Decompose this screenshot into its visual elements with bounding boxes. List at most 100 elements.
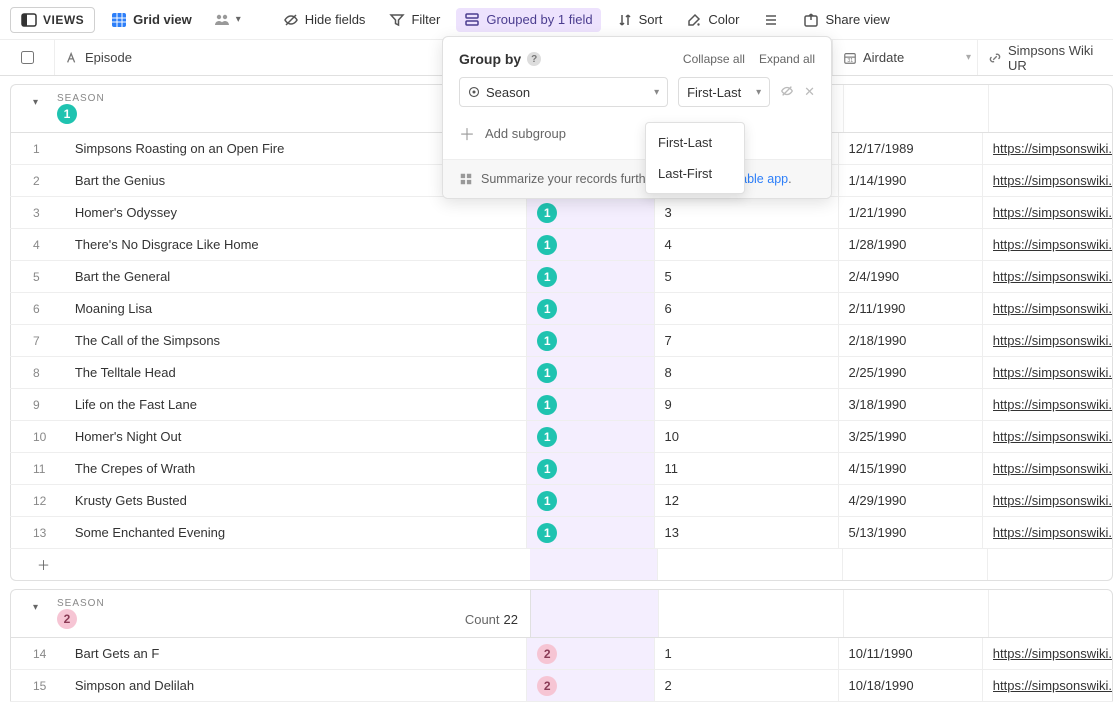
cell-airdate[interactable]: 1/14/1990 — [839, 165, 983, 196]
column-header-airdate[interactable]: 31 Airdate ▾ — [833, 40, 978, 75]
table-row[interactable]: 6 Moaning Lisa 1 6 2/11/1990 https://sim… — [10, 293, 1113, 325]
cell-airdate[interactable]: 2/25/1990 — [839, 357, 983, 388]
cell-episode-in-season[interactable]: 5 — [655, 261, 839, 292]
cell-episode[interactable]: Bart Gets an F — [65, 638, 527, 669]
cell-wiki[interactable]: https://simpsonswiki. — [983, 421, 1113, 452]
wiki-link[interactable]: https://simpsonswiki. — [993, 678, 1112, 693]
table-row[interactable]: 8 The Telltale Head 1 8 2/25/1990 https:… — [10, 357, 1113, 389]
cell-episode[interactable]: The Call of the Simpsons — [65, 325, 527, 356]
cell-episode[interactable]: Simpson and Delilah — [65, 670, 527, 701]
table-row[interactable]: 4 There's No Disgrace Like Home 1 4 1/28… — [10, 229, 1113, 261]
wiki-link[interactable]: https://simpsonswiki. — [993, 205, 1112, 220]
cell-episode-in-season[interactable]: 7 — [655, 325, 839, 356]
wiki-link[interactable]: https://simpsonswiki. — [993, 365, 1112, 380]
cell-episode-in-season[interactable]: 1 — [655, 638, 839, 669]
table-row[interactable]: 13 Some Enchanted Evening 1 13 5/13/1990… — [10, 517, 1113, 549]
order-option-first-last[interactable]: First-Last — [646, 127, 744, 158]
cell-season[interactable]: 2 — [527, 638, 654, 669]
views-button[interactable]: VIEWS — [10, 7, 95, 33]
cell-season[interactable]: 1 — [527, 357, 654, 388]
cell-episode[interactable]: Bart the General — [65, 261, 527, 292]
add-subgroup-button[interactable]: ＋ Add subgroup — [443, 117, 831, 159]
wiki-link[interactable]: https://simpsonswiki. — [993, 525, 1112, 540]
order-option-last-first[interactable]: Last-First — [646, 158, 744, 189]
chevron-down-icon[interactable]: ▾ — [966, 52, 971, 63]
collaborators-button[interactable] — [208, 10, 247, 30]
cell-season[interactable]: 1 — [527, 261, 654, 292]
cell-wiki[interactable]: https://simpsonswiki. — [983, 293, 1113, 324]
table-row[interactable]: 11 The Crepes of Wrath 1 11 4/15/1990 ht… — [10, 453, 1113, 485]
cell-wiki[interactable]: https://simpsonswiki. — [983, 638, 1113, 669]
group-field-select[interactable]: Season ▾ — [459, 77, 668, 107]
table-row[interactable]: 15 Simpson and Delilah 2 2 10/18/1990 ht… — [10, 670, 1113, 702]
cell-airdate[interactable]: 1/28/1990 — [839, 229, 983, 260]
table-row[interactable]: 5 Bart the General 1 5 2/4/1990 https://… — [10, 261, 1113, 293]
group-collapse-toggle[interactable]: ▾ — [33, 602, 38, 613]
table-row[interactable]: 3 Homer's Odyssey 1 3 1/21/1990 https://… — [10, 197, 1113, 229]
cell-wiki[interactable]: https://simpsonswiki. — [983, 453, 1113, 484]
table-row[interactable]: 9 Life on the Fast Lane 1 9 3/18/1990 ht… — [10, 389, 1113, 421]
group-order-select[interactable]: First-Last ▾ — [678, 77, 770, 107]
wiki-link[interactable]: https://simpsonswiki. — [993, 397, 1112, 412]
cell-airdate[interactable]: 3/25/1990 — [839, 421, 983, 452]
filter-button[interactable]: Filter — [381, 8, 448, 32]
cell-season[interactable]: 1 — [527, 229, 654, 260]
wiki-link[interactable]: https://simpsonswiki. — [993, 333, 1112, 348]
cell-airdate[interactable]: 2/4/1990 — [839, 261, 983, 292]
color-button[interactable]: Color — [678, 8, 747, 32]
cell-episode[interactable]: The Telltale Head — [65, 357, 527, 388]
cell-episode[interactable]: Krusty Gets Busted — [65, 485, 527, 516]
add-record-button[interactable]: ＋ — [10, 549, 530, 581]
cell-season[interactable]: 1 — [527, 517, 654, 548]
cell-airdate[interactable]: 2/18/1990 — [839, 325, 983, 356]
column-header-wiki[interactable]: Simpsons Wiki UR — [978, 40, 1113, 75]
wiki-link[interactable]: https://simpsonswiki. — [993, 301, 1112, 316]
wiki-link[interactable]: https://simpsonswiki. — [993, 237, 1112, 252]
cell-episode-in-season[interactable]: 3 — [655, 197, 839, 228]
cell-airdate[interactable]: 5/13/1990 — [839, 517, 983, 548]
cell-wiki[interactable]: https://simpsonswiki. — [983, 197, 1113, 228]
cell-season[interactable]: 2 — [527, 670, 654, 701]
remove-group-icon[interactable]: ✕ — [804, 84, 815, 100]
collapse-all-button[interactable]: Collapse all — [683, 52, 745, 66]
cell-wiki[interactable]: https://simpsonswiki. — [983, 670, 1113, 701]
wiki-link[interactable]: https://simpsonswiki. — [993, 269, 1112, 284]
cell-episode-in-season[interactable]: 4 — [655, 229, 839, 260]
cell-episode[interactable]: Homer's Odyssey — [65, 197, 527, 228]
group-collapse-toggle[interactable]: ▾ — [33, 97, 38, 108]
cell-wiki[interactable]: https://simpsonswiki. — [983, 229, 1113, 260]
sort-button[interactable]: Sort — [609, 8, 671, 32]
cell-episode[interactable]: There's No Disgrace Like Home — [65, 229, 527, 260]
help-icon[interactable]: ? — [527, 52, 541, 66]
cell-episode-in-season[interactable]: 8 — [655, 357, 839, 388]
cell-season[interactable]: 1 — [527, 485, 654, 516]
hide-group-icon[interactable] — [780, 84, 794, 101]
cell-airdate[interactable]: 4/15/1990 — [839, 453, 983, 484]
group-button[interactable]: Grouped by 1 field — [456, 8, 600, 32]
cell-wiki[interactable]: https://simpsonswiki. — [983, 133, 1113, 164]
wiki-link[interactable]: https://simpsonswiki. — [993, 429, 1112, 444]
cell-wiki[interactable]: https://simpsonswiki. — [983, 165, 1113, 196]
cell-wiki[interactable]: https://simpsonswiki. — [983, 325, 1113, 356]
cell-episode[interactable]: Life on the Fast Lane — [65, 389, 527, 420]
cell-episode-in-season[interactable]: 2 — [655, 670, 839, 701]
cell-episode-in-season[interactable]: 9 — [655, 389, 839, 420]
table-row[interactable]: 7 The Call of the Simpsons 1 7 2/18/1990… — [10, 325, 1113, 357]
wiki-link[interactable]: https://simpsonswiki. — [993, 141, 1112, 156]
share-view-button[interactable]: Share view — [795, 8, 897, 32]
wiki-link[interactable]: https://simpsonswiki. — [993, 461, 1112, 476]
cell-episode[interactable]: Homer's Night Out — [65, 421, 527, 452]
table-row[interactable]: 14 Bart Gets an F 2 1 10/11/1990 https:/… — [10, 638, 1113, 670]
select-all-cell[interactable] — [0, 40, 55, 75]
cell-episode[interactable]: The Crepes of Wrath — [65, 453, 527, 484]
cell-episode-in-season[interactable]: 10 — [655, 421, 839, 452]
expand-all-button[interactable]: Expand all — [759, 52, 815, 66]
cell-season[interactable]: 1 — [527, 325, 654, 356]
cell-episode-in-season[interactable]: 11 — [655, 453, 839, 484]
cell-wiki[interactable]: https://simpsonswiki. — [983, 261, 1113, 292]
cell-wiki[interactable]: https://simpsonswiki. — [983, 485, 1113, 516]
cell-episode[interactable]: Moaning Lisa — [65, 293, 527, 324]
cell-episode-in-season[interactable]: 6 — [655, 293, 839, 324]
table-row[interactable]: 10 Homer's Night Out 1 10 3/25/1990 http… — [10, 421, 1113, 453]
wiki-link[interactable]: https://simpsonswiki. — [993, 173, 1112, 188]
